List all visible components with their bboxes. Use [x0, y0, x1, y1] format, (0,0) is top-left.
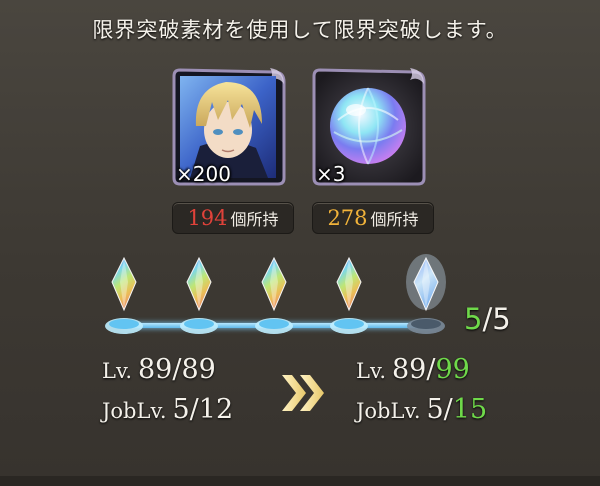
- before-level: Lv. 89/89: [102, 354, 216, 385]
- after-level-max: 99: [435, 354, 470, 385]
- before-job-level: JobLv. 5/12: [102, 394, 233, 425]
- character-material-card[interactable]: ×200: [170, 66, 288, 188]
- after-job-level: JobLv. 5/15: [356, 394, 487, 425]
- limit-break-dialog: 限界突破素材を使用して限界突破します。 ×200 ×3 194 個所持 278 …: [0, 0, 600, 486]
- limit-crystal-lit-icon: [252, 252, 296, 338]
- before-job-label: JobLv.: [102, 399, 167, 423]
- before-level-label: Lv.: [102, 359, 132, 383]
- after-level: Lv. 89/99: [356, 354, 470, 385]
- before-level-value: 89/89: [138, 354, 216, 385]
- limit-crystal-new-icon: [404, 252, 448, 338]
- limit-crystal-lit-icon: [102, 252, 146, 338]
- limit-break-count: 5/5: [464, 302, 511, 336]
- limit-break-max: /5: [482, 302, 511, 336]
- after-level-value: 89/: [392, 354, 436, 385]
- before-job-value: 5/12: [172, 394, 234, 425]
- orb-material-card[interactable]: ×3: [310, 66, 428, 188]
- after-job-max: 15: [452, 394, 488, 425]
- character-owned-label: 個所持: [230, 210, 279, 229]
- double-chevron-right-icon: [282, 375, 324, 411]
- orb-owned-badge: 278 個所持: [312, 202, 434, 234]
- orb-quantity: ×3: [316, 162, 346, 186]
- character-owned-count: 194: [187, 206, 228, 230]
- orb-owned-count: 278: [327, 206, 368, 230]
- limit-crystal-lit-icon: [177, 252, 221, 338]
- character-quantity: ×200: [176, 162, 231, 186]
- after-level-label: Lv.: [356, 359, 386, 383]
- orb-owned-label: 個所持: [370, 210, 419, 229]
- character-owned-badge: 194 個所持: [172, 202, 294, 234]
- instruction-text: 限界突破素材を使用して限界突破します。: [92, 18, 508, 42]
- after-job-label: JobLv.: [356, 399, 421, 423]
- limit-crystal-lit-icon: [327, 252, 371, 338]
- limit-break-current: 5: [464, 302, 483, 336]
- after-job-value: 5/: [426, 394, 453, 425]
